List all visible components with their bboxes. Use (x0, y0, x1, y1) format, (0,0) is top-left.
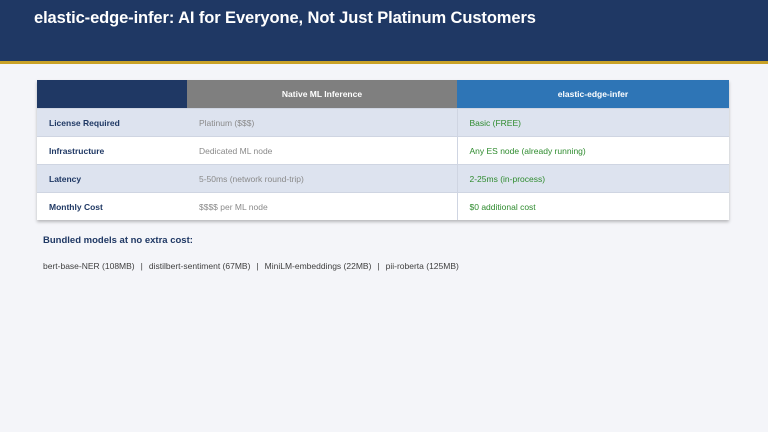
model-item: pii-roberta (125MB) (385, 261, 459, 271)
native-ml-cell: Platinum ($$$) (187, 108, 457, 137)
bundled-models-list: bert-base-NER (108MB) | distilbert-sentime… (43, 261, 459, 271)
edge-infer-cell: Basic (FREE) (456, 108, 729, 137)
bundled-models-heading: Bundled models at no extra cost: (43, 235, 193, 246)
row-label: Latency (37, 164, 187, 193)
native-ml-cell: Dedicated ML node (187, 136, 457, 165)
edge-infer-cell: $0 additional cost (456, 192, 729, 220)
native-ml-cell: $$$$ per ML node (187, 192, 457, 220)
model-item: bert-base-NER (108MB) (43, 261, 135, 271)
edge-infer-cell: Any ES node (already running) (456, 136, 729, 165)
comparison-table: Native ML Inference elastic-edge-infer L… (37, 80, 729, 220)
header-cell-native-ml: Native ML Inference (187, 80, 457, 109)
separator: | (256, 261, 259, 271)
row-label: Monthly Cost (37, 192, 187, 220)
separator: | (140, 261, 143, 271)
table-header-row: Native ML Inference elastic-edge-infer (37, 80, 729, 109)
native-ml-cell: 5-50ms (network round-trip) (187, 164, 457, 193)
table-row: Infrastructure Dedicated ML node Any ES … (37, 136, 729, 165)
model-item: MiniLM-embeddings (22MB) (264, 261, 372, 271)
accent-divider (0, 61, 768, 64)
model-item: distilbert-sentiment (67MB) (148, 261, 251, 271)
header-cell-empty (37, 80, 187, 109)
slide-title: elastic-edge-infer: AI for Everyone, Not… (34, 9, 536, 27)
separator: | (377, 261, 380, 271)
table-row: Latency 5-50ms (network round-trip) 2-25… (37, 164, 729, 193)
row-label: License Required (37, 108, 187, 137)
edge-infer-cell: 2-25ms (in-process) (456, 164, 729, 193)
table-row: License Required Platinum ($$$) Basic (F… (37, 108, 729, 137)
row-label: Infrastructure (37, 136, 187, 165)
title-banner: elastic-edge-infer: AI for Everyone, Not… (0, 0, 768, 61)
header-cell-edge-infer: elastic-edge-infer (457, 80, 729, 109)
table-row: Monthly Cost $$$$ per ML node $0 additio… (37, 192, 729, 220)
